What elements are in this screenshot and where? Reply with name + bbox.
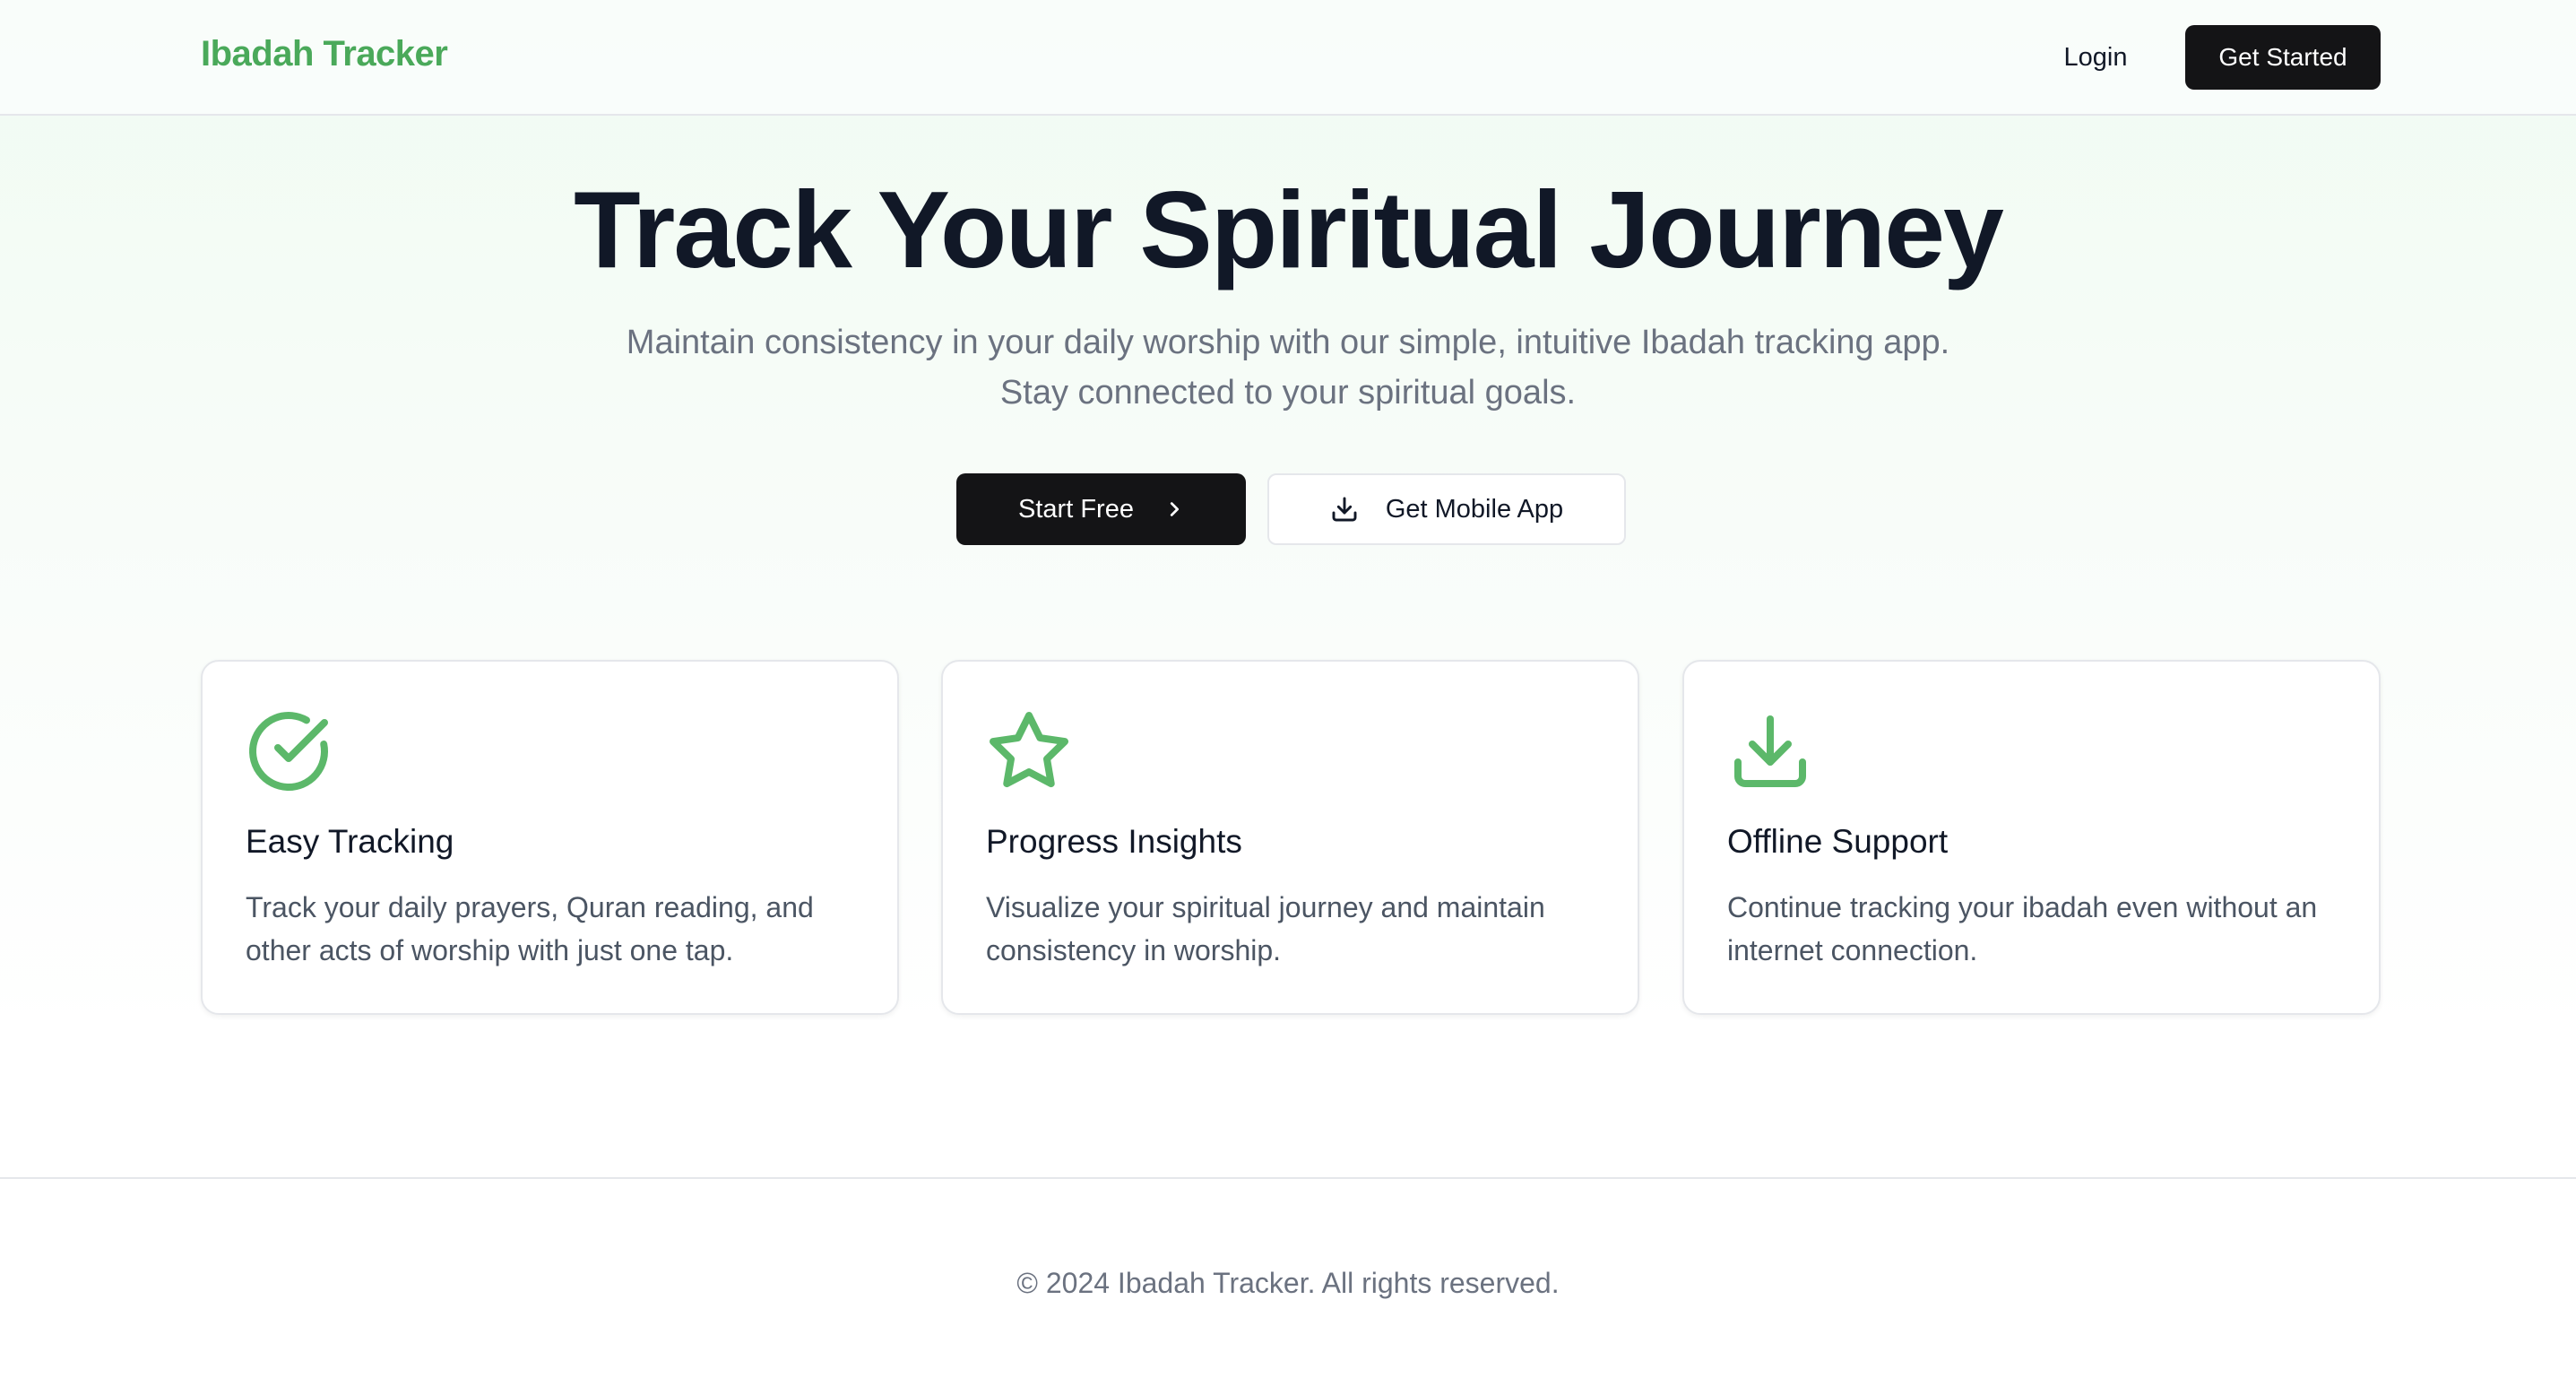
feature-description: Track your daily prayers, Quran reading,… bbox=[246, 891, 814, 966]
get-started-button[interactable]: Get Started bbox=[2185, 25, 2381, 90]
copyright-text: © 2024 Ibadah Tracker. All rights reserv… bbox=[1016, 1267, 1560, 1299]
feature-card-easy-tracking: Easy Tracking Track your daily prayers, … bbox=[201, 660, 899, 1015]
hero-subtitle-line-1: Maintain consistency in your daily worsh… bbox=[626, 324, 1950, 361]
feature-description: Continue tracking your ibadah even witho… bbox=[1727, 891, 2318, 966]
feature-description: Visualize your spiritual journey and mai… bbox=[986, 891, 1545, 966]
start-free-button[interactable]: Start Free bbox=[956, 473, 1246, 545]
download-icon bbox=[1727, 708, 1813, 794]
check-circle-icon bbox=[246, 708, 332, 794]
get-mobile-app-label: Get Mobile App bbox=[1385, 494, 1564, 524]
chevron-right-icon bbox=[1164, 499, 1184, 519]
start-free-label: Start Free bbox=[1018, 494, 1134, 524]
feature-title: Progress Insights bbox=[986, 823, 1242, 860]
hero-title: Track Your Spiritual Journey bbox=[574, 169, 2004, 290]
footer: © 2024 Ibadah Tracker. All rights reserv… bbox=[0, 1177, 2576, 1395]
star-icon bbox=[986, 708, 1072, 794]
download-icon bbox=[1330, 495, 1359, 524]
login-button[interactable]: Login bbox=[2042, 25, 2149, 90]
navbar: Ibadah Tracker Login Get Started bbox=[0, 0, 2576, 116]
hero-subtitle-line-2: Stay connected to your spiritual goals. bbox=[999, 374, 1577, 412]
feature-card-progress-insights: Progress Insights Visualize your spiritu… bbox=[941, 660, 1639, 1015]
feature-title: Offline Support bbox=[1727, 823, 1949, 860]
get-mobile-app-button[interactable]: Get Mobile App bbox=[1267, 473, 1626, 545]
feature-card-offline-support: Offline Support Continue tracking your i… bbox=[1682, 660, 2381, 1015]
feature-title: Easy Tracking bbox=[246, 823, 454, 860]
brand-logo[interactable]: Ibadah Tracker bbox=[201, 34, 448, 74]
hero-subtitle: Maintain consistency in your daily worsh… bbox=[0, 317, 2576, 418]
